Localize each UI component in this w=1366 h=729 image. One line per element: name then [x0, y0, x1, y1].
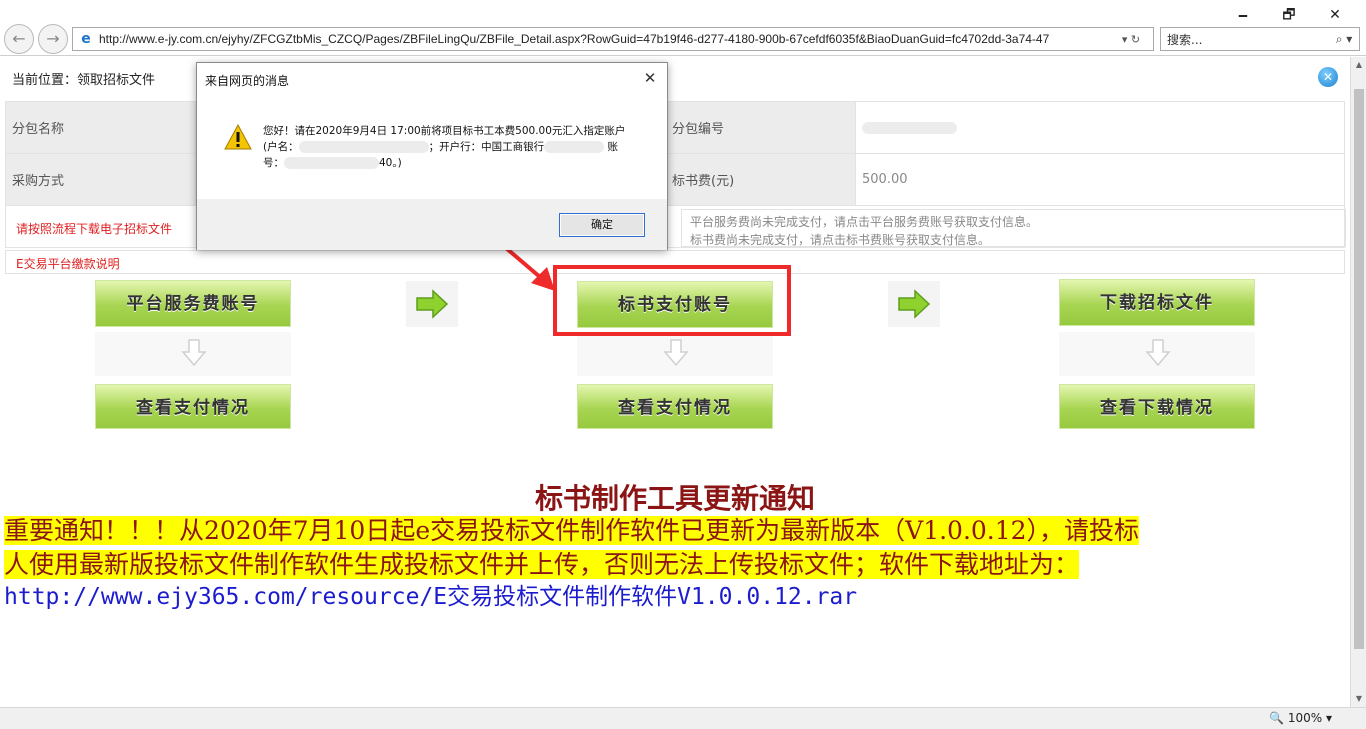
download-doc-button[interactable]: 下载招标文件	[1059, 279, 1255, 326]
address-bar[interactable]: e http://www.e-jy.com.cn/ejyhy/ZFCGZtbMi…	[72, 27, 1154, 51]
update-title: 标书制作工具更新通知	[534, 482, 815, 515]
dialog-ok-button[interactable]: 确定	[559, 213, 645, 237]
forward-button[interactable]: →	[38, 24, 68, 54]
vertical-scrollbar[interactable]: ▲ ▼	[1350, 57, 1366, 707]
browser-window: 🗕 🗗 ✕ ← → e http://www.e-jy.com.cn/ejyhy…	[0, 0, 1366, 729]
platform-fee-status: 平台服务费尚未完成支付，请点击平台服务费账号获取支付信息。	[690, 215, 1039, 229]
update-notice-line-2: 人使用最新版投标文件制作软件生成投标文件并上传，否则无法上传投标文件；软件下载地…	[4, 550, 1080, 579]
minimize-icon[interactable]: 🗕	[1220, 4, 1266, 26]
package-name-label: 分包名称	[5, 101, 196, 154]
payment-status-notice: 平台服务费尚未完成支付，请点击平台服务费账号获取支付信息。 标书费尚未完成支付，…	[681, 209, 1346, 247]
close-window-icon[interactable]: ✕	[1312, 4, 1358, 26]
dialog-message-bank: ；开户行：中国工商银行	[428, 141, 545, 153]
browser-chrome: 🗕 🗗 ✕ ← → e http://www.e-jy.com.cn/ejyhy…	[0, 0, 1366, 56]
dialog-message-line-1: 您好！请在2020年9月4日 17:00前将项目标书工本费500.00元汇入指定…	[263, 125, 626, 137]
redacted-value	[862, 121, 957, 134]
package-no-value	[855, 101, 1345, 154]
package-no-label: 分包编号	[665, 101, 856, 154]
dialog-close-icon[interactable]: ✕	[639, 67, 661, 89]
notice-download-process: 请按照流程下载电子招标文件	[16, 222, 173, 236]
redacted-bank-branch	[544, 141, 605, 153]
warning-icon	[224, 123, 252, 150]
software-download-link[interactable]: http://www.ejy365.com/resource/E交易投标文件制作…	[4, 577, 857, 611]
scroll-up-icon[interactable]: ▲	[1351, 57, 1366, 73]
dialog-message-number-label: 号：	[263, 157, 284, 169]
view-payment-button-1[interactable]: 查看支付情况	[95, 384, 291, 429]
update-notice: 重要通知！！！从2020年7月10日起e交易投标文件制作软件已更新为最新版本（V…	[4, 514, 1344, 582]
scroll-down-icon[interactable]: ▼	[1351, 691, 1366, 707]
search-icon[interactable]: ⌕ ▾	[1329, 32, 1359, 47]
ie-logo-icon: e	[81, 31, 91, 47]
refresh-icon[interactable]: ▾ ↻	[1109, 33, 1153, 46]
update-notice-line-1: 重要通知！！！从2020年7月10日起e交易投标文件制作软件已更新为最新版本（V…	[4, 516, 1140, 545]
redacted-account-number	[284, 157, 379, 169]
redacted-account-name	[298, 141, 429, 153]
zoom-icon: 🔍	[1269, 711, 1284, 725]
dialog-message-account-label: 账	[607, 141, 618, 153]
down-arrow-icon	[577, 332, 773, 376]
address-url[interactable]: http://www.e-jy.com.cn/ejyhy/ZFCGZtbMis_…	[99, 32, 1109, 46]
doc-fee-value: 500.00	[855, 153, 1345, 206]
back-arrow-icon: ←	[12, 29, 26, 48]
down-arrow-icon	[1059, 332, 1255, 376]
next-step-icon	[888, 281, 940, 327]
search-input[interactable]: 搜索...	[1167, 31, 1329, 48]
doc-fee-label: 标书费(元)	[665, 153, 856, 206]
dialog-footer: 确定	[197, 199, 667, 250]
chevron-down-icon[interactable]: ▾	[1326, 711, 1332, 725]
dialog-message: 您好！请在2020年9月4日 17:00前将项目标书工本费500.00元汇入指定…	[263, 123, 643, 171]
dialog-message-account-name-label: (户名：	[263, 141, 299, 153]
window-controls: 🗕 🗗 ✕	[1220, 4, 1358, 26]
down-arrow-icon	[95, 332, 291, 376]
doc-fee-status: 标书费尚未完成支付，请点击标书费账号获取支付信息。	[690, 233, 991, 247]
search-box[interactable]: 搜索... ⌕ ▾	[1160, 27, 1360, 51]
view-download-button[interactable]: 查看下载情况	[1059, 384, 1255, 429]
platform-fee-account-button[interactable]: 平台服务费账号	[95, 280, 291, 327]
alert-dialog: 来自网页的消息 ✕ 您好！请在2020年9月4日 17:00前将项目标书工本费5…	[196, 62, 668, 250]
purchase-method-label: 采购方式	[5, 153, 196, 206]
status-bar: 🔍 100% ▾	[0, 707, 1366, 729]
dialog-title: 来自网页的消息	[205, 74, 290, 88]
zoom-control[interactable]: 🔍 100% ▾	[1269, 711, 1332, 725]
annotation-highlight-box	[553, 265, 791, 336]
back-button[interactable]: ←	[4, 24, 34, 54]
restore-icon[interactable]: 🗗	[1266, 4, 1312, 26]
view-payment-button-2[interactable]: 查看支付情况	[577, 384, 773, 429]
breadcrumb: 当前位置：领取招标文件	[12, 73, 156, 88]
scroll-thumb[interactable]	[1354, 89, 1364, 649]
dialog-message-number-end: 40。)	[379, 157, 402, 169]
next-step-icon	[406, 281, 458, 327]
forward-arrow-icon: →	[46, 29, 60, 48]
zoom-level: 100%	[1287, 711, 1323, 725]
close-page-icon[interactable]: ✕	[1318, 67, 1338, 87]
